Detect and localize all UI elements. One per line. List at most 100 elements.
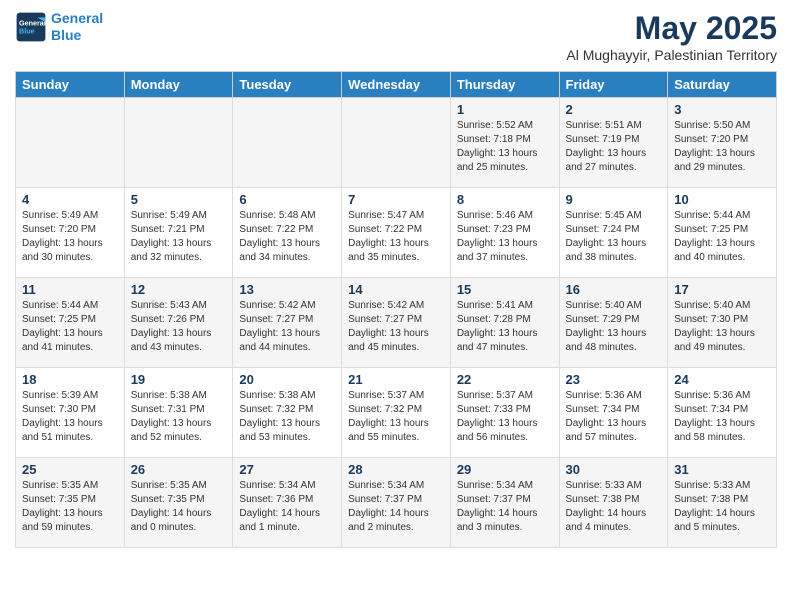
calendar-cell: 8 Sunrise: 5:46 AMSunset: 7:23 PMDaylight…	[450, 188, 559, 278]
day-number: 22	[457, 372, 553, 387]
calendar-cell: 31 Sunrise: 5:33 AMSunset: 7:38 PMDayligh…	[668, 458, 777, 548]
calendar-cell: 2 Sunrise: 5:51 AMSunset: 7:19 PMDaylight…	[559, 98, 668, 188]
day-info: Sunrise: 5:36 AMSunset: 7:34 PMDaylight:…	[674, 389, 770, 445]
day-number: 24	[674, 372, 770, 387]
day-number: 3	[674, 102, 770, 117]
day-number: 17	[674, 282, 770, 297]
day-number: 20	[239, 372, 335, 387]
header-day-wednesday: Wednesday	[342, 72, 451, 98]
day-number: 18	[22, 372, 118, 387]
calendar-cell: 13Sunrise: 5:42 AMSunset: 7:27 PMDayligh…	[233, 278, 342, 368]
day-number: 30	[566, 462, 662, 477]
calendar-cell: 15 Sunrise: 5:41 AMSunset: 7:28 PMDayligh…	[450, 278, 559, 368]
calendar-cell: 7 Sunrise: 5:47 AMSunset: 7:22 PMDaylight…	[342, 188, 451, 278]
logo-line1: General	[51, 10, 103, 26]
calendar-week-row: 4 Sunrise: 5:49 AMSunset: 7:20 PMDaylight…	[16, 188, 777, 278]
calendar-cell: 29 Sunrise: 5:34 AMSunset: 7:37 PMDayligh…	[450, 458, 559, 548]
calendar-cell	[233, 98, 342, 188]
logo-text: General Blue	[51, 10, 103, 44]
day-number: 21	[348, 372, 444, 387]
calendar-table: SundayMondayTuesdayWednesdayThursdayFrid…	[15, 71, 777, 548]
header-day-friday: Friday	[559, 72, 668, 98]
calendar-cell	[124, 98, 233, 188]
day-info: Sunrise: 5:39 AMSunset: 7:30 PMDaylight:…	[22, 389, 118, 445]
calendar-cell: 19Sunrise: 5:38 AMSunset: 7:31 PMDayligh…	[124, 368, 233, 458]
day-info: Sunrise: 5:37 AMSunset: 7:32 PMDaylight:…	[348, 389, 444, 445]
day-number: 13	[239, 282, 335, 297]
calendar-cell: 6Sunrise: 5:48 AMSunset: 7:22 PMDaylight…	[233, 188, 342, 278]
day-number: 23	[566, 372, 662, 387]
calendar-cell: 24 Sunrise: 5:36 AMSunset: 7:34 PMDayligh…	[668, 368, 777, 458]
day-info: Sunrise: 5:46 AMSunset: 7:23 PMDaylight:…	[457, 209, 553, 265]
calendar-week-row: 25Sunrise: 5:35 AMSunset: 7:35 PMDayligh…	[16, 458, 777, 548]
calendar-cell: 1 Sunrise: 5:52 AMSunset: 7:18 PMDaylight…	[450, 98, 559, 188]
calendar-cell: 21 Sunrise: 5:37 AMSunset: 7:32 PMDayligh…	[342, 368, 451, 458]
calendar-cell: 22 Sunrise: 5:37 AMSunset: 7:33 PMDayligh…	[450, 368, 559, 458]
day-info: Sunrise: 5:33 AMSunset: 7:38 PMDaylight:…	[674, 479, 770, 535]
day-number: 10	[674, 192, 770, 207]
calendar-body: 1 Sunrise: 5:52 AMSunset: 7:18 PMDaylight…	[16, 98, 777, 548]
day-info: Sunrise: 5:44 AMSunset: 7:25 PMDaylight:…	[22, 299, 118, 355]
calendar-cell: 4 Sunrise: 5:49 AMSunset: 7:20 PMDaylight…	[16, 188, 125, 278]
calendar-cell: 17Sunrise: 5:40 AMSunset: 7:30 PMDayligh…	[668, 278, 777, 368]
calendar-cell: 20 Sunrise: 5:38 AMSunset: 7:32 PMDayligh…	[233, 368, 342, 458]
day-info: Sunrise: 5:42 AMSunset: 7:27 PMDaylight:…	[348, 299, 444, 355]
day-number: 2	[566, 102, 662, 117]
calendar-cell: 26Sunrise: 5:35 AMSunset: 7:35 PMDayligh…	[124, 458, 233, 548]
day-number: 9	[566, 192, 662, 207]
day-info: Sunrise: 5:37 AMSunset: 7:33 PMDaylight:…	[457, 389, 553, 445]
header-day-thursday: Thursday	[450, 72, 559, 98]
day-number: 14	[348, 282, 444, 297]
calendar-cell: 28 Sunrise: 5:34 AMSunset: 7:37 PMDayligh…	[342, 458, 451, 548]
calendar-cell: 12 Sunrise: 5:43 AMSunset: 7:26 PMDayligh…	[124, 278, 233, 368]
day-info: Sunrise: 5:51 AMSunset: 7:19 PMDaylight:…	[566, 119, 662, 175]
day-info: Sunrise: 5:43 AMSunset: 7:26 PMDaylight:…	[131, 299, 227, 355]
day-number: 8	[457, 192, 553, 207]
calendar-week-row: 18 Sunrise: 5:39 AMSunset: 7:30 PMDayligh…	[16, 368, 777, 458]
day-info: Sunrise: 5:49 AMSunset: 7:21 PMDaylight:…	[131, 209, 227, 265]
day-number: 5	[131, 192, 227, 207]
calendar-cell: 5 Sunrise: 5:49 AMSunset: 7:21 PMDaylight…	[124, 188, 233, 278]
calendar-cell: 16 Sunrise: 5:40 AMSunset: 7:29 PMDayligh…	[559, 278, 668, 368]
day-number: 31	[674, 462, 770, 477]
logo-line2: Blue	[51, 27, 81, 43]
title-area: May 2025 Al Mughayyir, Palestinian Terri…	[566, 10, 777, 63]
calendar-cell: 14 Sunrise: 5:42 AMSunset: 7:27 PMDayligh…	[342, 278, 451, 368]
day-number: 1	[457, 102, 553, 117]
day-number: 4	[22, 192, 118, 207]
day-info: Sunrise: 5:40 AMSunset: 7:29 PMDaylight:…	[566, 299, 662, 355]
day-info: Sunrise: 5:41 AMSunset: 7:28 PMDaylight:…	[457, 299, 553, 355]
day-info: Sunrise: 5:47 AMSunset: 7:22 PMDaylight:…	[348, 209, 444, 265]
header-day-saturday: Saturday	[668, 72, 777, 98]
day-number: 11	[22, 282, 118, 297]
day-number: 16	[566, 282, 662, 297]
day-number: 15	[457, 282, 553, 297]
day-number: 12	[131, 282, 227, 297]
header-day-monday: Monday	[124, 72, 233, 98]
calendar-cell: 25Sunrise: 5:35 AMSunset: 7:35 PMDayligh…	[16, 458, 125, 548]
day-number: 7	[348, 192, 444, 207]
calendar-cell: 23Sunrise: 5:36 AMSunset: 7:34 PMDayligh…	[559, 368, 668, 458]
calendar-cell: 9Sunrise: 5:45 AMSunset: 7:24 PMDaylight…	[559, 188, 668, 278]
day-info: Sunrise: 5:33 AMSunset: 7:38 PMDaylight:…	[566, 479, 662, 535]
calendar-cell: 3Sunrise: 5:50 AMSunset: 7:20 PMDaylight…	[668, 98, 777, 188]
day-number: 28	[348, 462, 444, 477]
calendar-cell: 11 Sunrise: 5:44 AMSunset: 7:25 PMDayligh…	[16, 278, 125, 368]
calendar-cell: 30 Sunrise: 5:33 AMSunset: 7:38 PMDayligh…	[559, 458, 668, 548]
page-subtitle: Al Mughayyir, Palestinian Territory	[566, 47, 777, 63]
calendar-cell: 10 Sunrise: 5:44 AMSunset: 7:25 PMDayligh…	[668, 188, 777, 278]
day-info: Sunrise: 5:44 AMSunset: 7:25 PMDaylight:…	[674, 209, 770, 265]
day-info: Sunrise: 5:38 AMSunset: 7:32 PMDaylight:…	[239, 389, 335, 445]
svg-text:Blue: Blue	[19, 26, 35, 35]
header-day-sunday: Sunday	[16, 72, 125, 98]
day-number: 27	[239, 462, 335, 477]
day-info: Sunrise: 5:52 AMSunset: 7:18 PMDaylight:…	[457, 119, 553, 175]
day-info: Sunrise: 5:34 AMSunset: 7:37 PMDaylight:…	[348, 479, 444, 535]
day-info: Sunrise: 5:49 AMSunset: 7:20 PMDaylight:…	[22, 209, 118, 265]
day-info: Sunrise: 5:35 AMSunset: 7:35 PMDaylight:…	[131, 479, 227, 535]
day-number: 29	[457, 462, 553, 477]
calendar-header-row: SundayMondayTuesdayWednesdayThursdayFrid…	[16, 72, 777, 98]
day-info: Sunrise: 5:34 AMSunset: 7:37 PMDaylight:…	[457, 479, 553, 535]
day-info: Sunrise: 5:48 AMSunset: 7:22 PMDaylight:…	[239, 209, 335, 265]
calendar-cell: 27Sunrise: 5:34 AMSunset: 7:36 PMDayligh…	[233, 458, 342, 548]
